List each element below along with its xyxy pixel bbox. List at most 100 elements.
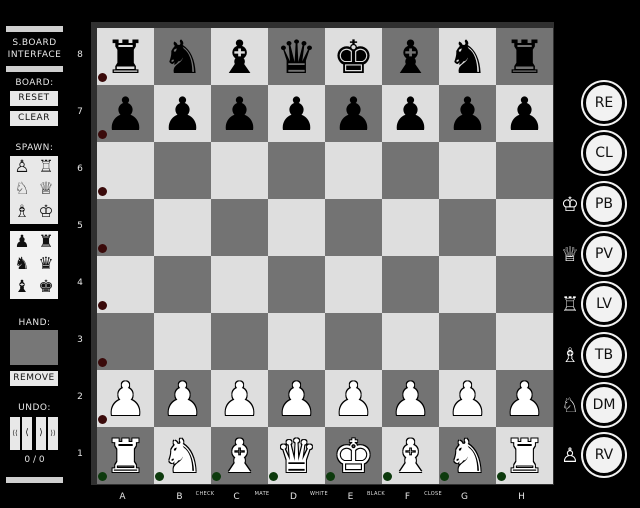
spawn-white-bishop-icon[interactable]: ♗: [10, 201, 34, 224]
square-b3[interactable]: [154, 313, 211, 370]
undo-first-button[interactable]: ⟨⟨: [10, 417, 20, 450]
square-c4[interactable]: [211, 256, 268, 313]
spawn-black-bishop-icon[interactable]: ♝: [10, 276, 34, 299]
black-knight-icon[interactable]: ♞: [154, 28, 211, 85]
circle-button-re[interactable]: RE: [583, 82, 625, 124]
black-pawn-icon[interactable]: ♟: [439, 85, 496, 142]
spawn-black-king-icon[interactable]: ♚: [34, 276, 58, 299]
white-pawn-icon[interactable]: ♟: [325, 370, 382, 427]
undo-prev-button[interactable]: ⟨: [22, 417, 32, 450]
undo-next-button[interactable]: ⟩: [36, 417, 46, 450]
black-queen-icon[interactable]: ♛: [268, 28, 325, 85]
black-pawn-icon[interactable]: ♟: [382, 85, 439, 142]
black-pawn-icon[interactable]: ♟: [325, 85, 382, 142]
square-g7[interactable]: ♟: [439, 85, 496, 142]
white-pawn-icon[interactable]: ♟: [496, 370, 553, 427]
square-f8[interactable]: ♝: [382, 28, 439, 85]
spawn-white-knight-icon[interactable]: ♘: [10, 179, 34, 202]
black-bishop-icon[interactable]: ♝: [211, 28, 268, 85]
square-f2[interactable]: ♟: [382, 370, 439, 427]
white-pawn-icon[interactable]: ♟: [211, 370, 268, 427]
square-h5[interactable]: [496, 199, 553, 256]
square-g6[interactable]: [439, 142, 496, 199]
square-e3[interactable]: [325, 313, 382, 370]
spawn-white-rook-icon[interactable]: ♖: [34, 156, 58, 179]
square-g8[interactable]: ♞: [439, 28, 496, 85]
square-g2[interactable]: ♟: [439, 370, 496, 427]
square-e8[interactable]: ♚: [325, 28, 382, 85]
square-g4[interactable]: [439, 256, 496, 313]
black-knight-icon[interactable]: ♞: [439, 28, 496, 85]
square-e5[interactable]: [325, 199, 382, 256]
spawn-white-pawn-icon[interactable]: ♙: [10, 156, 34, 179]
square-h2[interactable]: ♟: [496, 370, 553, 427]
square-c2[interactable]: ♟: [211, 370, 268, 427]
circle-button-pv[interactable]: PV: [583, 232, 625, 275]
square-e2[interactable]: ♟: [325, 370, 382, 427]
square-d6[interactable]: [268, 142, 325, 199]
square-h7[interactable]: ♟: [496, 85, 553, 142]
black-pawn-icon[interactable]: ♟: [268, 85, 325, 142]
square-b6[interactable]: [154, 142, 211, 199]
undo-last-button[interactable]: ⟩⟩: [48, 417, 58, 450]
square-e7[interactable]: ♟: [325, 85, 382, 142]
square-f5[interactable]: [382, 199, 439, 256]
spawn-white-queen-icon[interactable]: ♕: [34, 179, 58, 202]
square-e6[interactable]: [325, 142, 382, 199]
white-pawn-icon[interactable]: ♟: [382, 370, 439, 427]
circle-button-cl[interactable]: CL: [583, 132, 625, 175]
reset-button[interactable]: RESET: [10, 91, 58, 106]
square-f6[interactable]: [382, 142, 439, 199]
spawn-black-knight-icon[interactable]: ♞: [10, 254, 34, 277]
black-pawn-icon[interactable]: ♟: [211, 85, 268, 142]
square-b4[interactable]: [154, 256, 211, 313]
square-g5[interactable]: [439, 199, 496, 256]
square-g3[interactable]: [439, 313, 496, 370]
square-e4[interactable]: [325, 256, 382, 313]
spawn-black-rook-icon[interactable]: ♜: [34, 231, 58, 254]
square-c8[interactable]: ♝: [211, 28, 268, 85]
square-b8[interactable]: ♞: [154, 28, 211, 85]
remove-button[interactable]: REMOVE: [10, 371, 58, 386]
square-c5[interactable]: [211, 199, 268, 256]
square-h8[interactable]: ♜: [496, 28, 553, 85]
square-c7[interactable]: ♟: [211, 85, 268, 142]
square-h3[interactable]: [496, 313, 553, 370]
side-rook-icon: ♖: [561, 292, 579, 317]
clear-button[interactable]: CLEAR: [10, 111, 58, 126]
spawn-black-pawn-icon[interactable]: ♟: [10, 231, 34, 254]
white-pawn-icon[interactable]: ♟: [439, 370, 496, 427]
circle-button-pb[interactable]: PB: [583, 182, 625, 225]
square-b5[interactable]: [154, 199, 211, 256]
white-pawn-icon[interactable]: ♟: [154, 370, 211, 427]
square-f3[interactable]: [382, 313, 439, 370]
square-f7[interactable]: ♟: [382, 85, 439, 142]
black-pawn-icon[interactable]: ♟: [154, 85, 211, 142]
square-h6[interactable]: [496, 142, 553, 199]
circle-button-dm[interactable]: DM: [583, 383, 625, 426]
spawn-black-queen-icon[interactable]: ♛: [34, 254, 58, 277]
circle-button-lv[interactable]: LV: [583, 283, 625, 326]
black-pawn-icon[interactable]: ♟: [496, 85, 553, 142]
square-c6[interactable]: [211, 142, 268, 199]
square-d2[interactable]: ♟: [268, 370, 325, 427]
square-d8[interactable]: ♛: [268, 28, 325, 85]
square-b2[interactable]: ♟: [154, 370, 211, 427]
square-h4[interactable]: [496, 256, 553, 313]
black-king-icon[interactable]: ♚: [325, 28, 382, 85]
square-d4[interactable]: [268, 256, 325, 313]
chess-board: ♜ ♞ ♝ ♛ ♚ ♝ ♞ ♜ ♟ ♟ ♟ ♟ ♟ ♟ ♟ ♟ ♟ ♟ ♟ ♟ ♟ ♟ ♟ ♟ ♜ ♞ ♝ ♛ ♚ ♝ ♞ ♜: [97, 28, 553, 484]
black-bishop-icon[interactable]: ♝: [382, 28, 439, 85]
hand-slot[interactable]: [10, 330, 58, 365]
square-d7[interactable]: ♟: [268, 85, 325, 142]
square-c3[interactable]: [211, 313, 268, 370]
square-b7[interactable]: ♟: [154, 85, 211, 142]
circle-button-tb[interactable]: TB: [583, 333, 625, 376]
square-d5[interactable]: [268, 199, 325, 256]
square-d3[interactable]: [268, 313, 325, 370]
circle-button-rv[interactable]: RV: [583, 434, 625, 477]
square-f4[interactable]: [382, 256, 439, 313]
spawn-white-king-icon[interactable]: ♔: [34, 201, 58, 224]
white-pawn-icon[interactable]: ♟: [268, 370, 325, 427]
black-rook-icon[interactable]: ♜: [496, 28, 553, 85]
